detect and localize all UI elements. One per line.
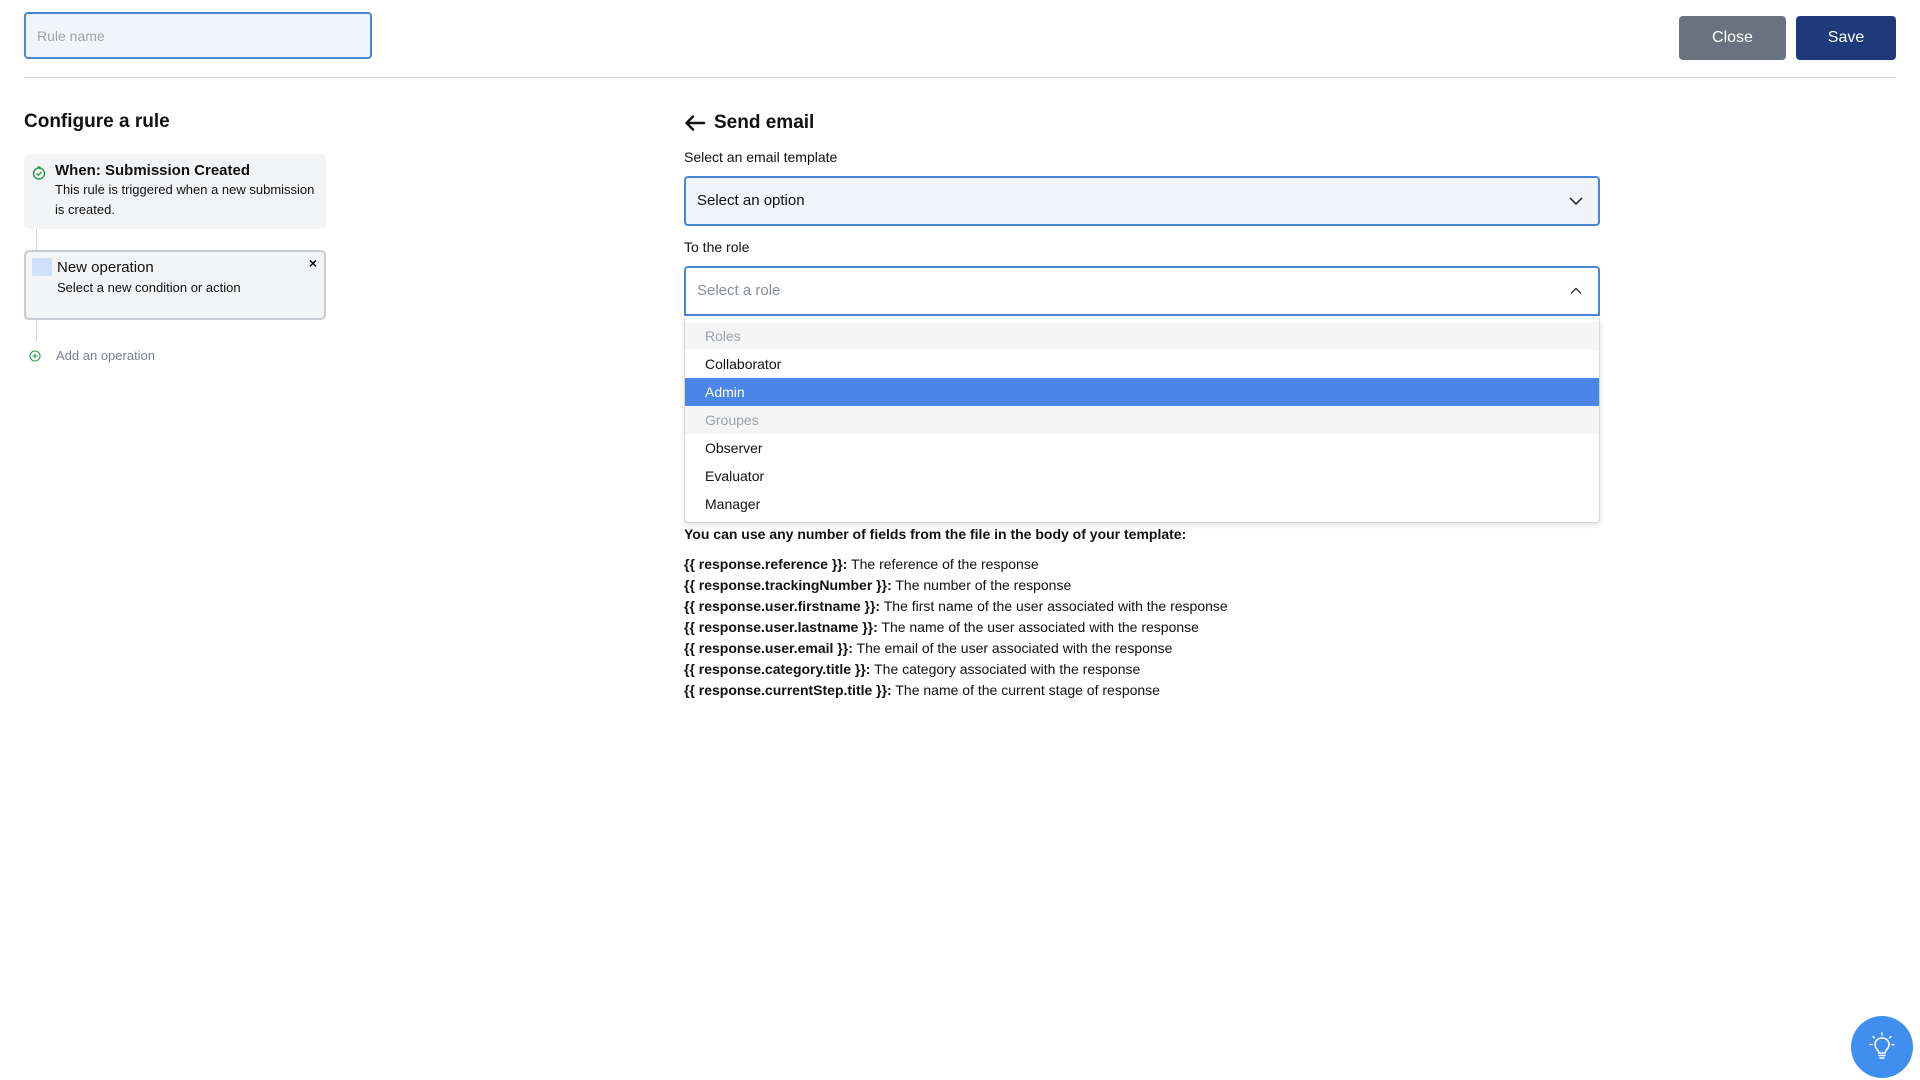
field-key: {{ response.user.firstname }}: [684,598,881,614]
help-intro: You can use any number of fields from th… [684,526,1187,542]
dropdown-group-header: Roles [685,322,1599,350]
connector-line [36,320,37,341]
role-search-input[interactable] [697,282,1517,299]
role-label: To the role [684,239,750,255]
help-fab-button[interactable] [1851,1016,1913,1078]
role-option-admin[interactable]: Admin [685,378,1599,406]
field-key: {{ response.user.email }}: [684,640,853,656]
field-row: {{ response.category.title }}: The categ… [684,659,1600,680]
field-key: {{ response.trackingNumber }}: [684,577,892,593]
field-row: {{ response.trackingNumber }}: The numbe… [684,575,1600,596]
close-button[interactable]: Close [1679,16,1786,60]
rule-name-input[interactable] [24,12,372,59]
dropdown-group-header: Groupes [685,406,1599,434]
role-option-evaluator[interactable]: Evaluator [685,462,1599,490]
role-dropdown-menu: Roles Collaborator Admin Groupes Observe… [684,319,1600,523]
operation-description: Select a new condition or action [57,280,241,295]
role-option-collaborator[interactable]: Collaborator [685,350,1599,378]
rule-config-panel: Configure a rule When: Submission Create… [24,110,326,363]
field-row: {{ response.user.firstname }}: The first… [684,596,1600,617]
trigger-title: When: Submission Created [55,162,251,179]
field-row: {{ response.currentStep.title }}: The na… [684,680,1600,701]
remove-operation-icon[interactable]: × [309,255,317,271]
chevron-up-icon[interactable] [1568,283,1584,299]
template-label: Select an email template [684,149,838,165]
fields-list: {{ response.reference }}: The reference … [684,554,1600,701]
template-selected-value: Select an option [697,192,805,209]
lightbulb-icon [1869,1032,1895,1059]
field-description: The category associated with the respons… [870,661,1141,677]
panel-title: Configure a rule [24,111,170,132]
add-operation-link[interactable]: Add an operation [24,347,155,365]
save-button[interactable]: Save [1796,16,1896,60]
field-key: {{ response.currentStep.title }}: [684,682,892,698]
send-email-panel: Send email Select an email template Sele… [684,110,1600,698]
field-row: {{ response.reference }}: The reference … [684,554,1600,575]
chevron-down-icon [1569,197,1583,206]
connector-line [36,229,37,250]
field-description: The name of the current stage of respons… [891,682,1160,698]
add-operation-label: Add an operation [56,348,156,363]
field-row: {{ response.user.email }}: The email of … [684,638,1600,659]
operation-card[interactable]: × New operation Select a new condition o… [24,250,326,320]
operation-placeholder-icon [32,258,52,276]
field-description: The reference of the response [847,556,1039,572]
header-divider [24,77,1896,78]
role-option-observer[interactable]: Observer [685,434,1599,462]
field-description: The first name of the user associated wi… [880,598,1228,614]
email-template-select[interactable]: Select an option [684,176,1600,226]
field-key: {{ response.reference }}: [684,556,848,572]
trigger-card[interactable]: When: Submission Created This rule is tr… [24,154,326,229]
trigger-description: This rule is triggered when a new submis… [55,182,315,217]
field-description: The email of the user associated with th… [852,640,1173,656]
role-option-manager[interactable]: Manager [685,490,1599,518]
field-description: The number of the response [891,577,1072,593]
back-arrow-icon[interactable] [684,113,706,133]
clock-check-icon [32,166,46,180]
template-fields-help: You can use any number of fields from th… [684,525,1600,701]
top-bar: Close Save [24,12,1896,64]
field-key: {{ response.user.lastname }}: [684,619,878,635]
send-email-header: Send email [684,110,1600,136]
field-key: {{ response.category.title }}: [684,661,871,677]
plus-circle-icon [29,350,41,362]
operation-title: New operation [57,259,154,276]
role-select[interactable] [684,266,1600,316]
send-email-title: Send email [714,112,815,133]
field-description: The name of the user associated with the… [877,619,1199,635]
field-row: {{ response.user.lastname }}: The name o… [684,617,1600,638]
